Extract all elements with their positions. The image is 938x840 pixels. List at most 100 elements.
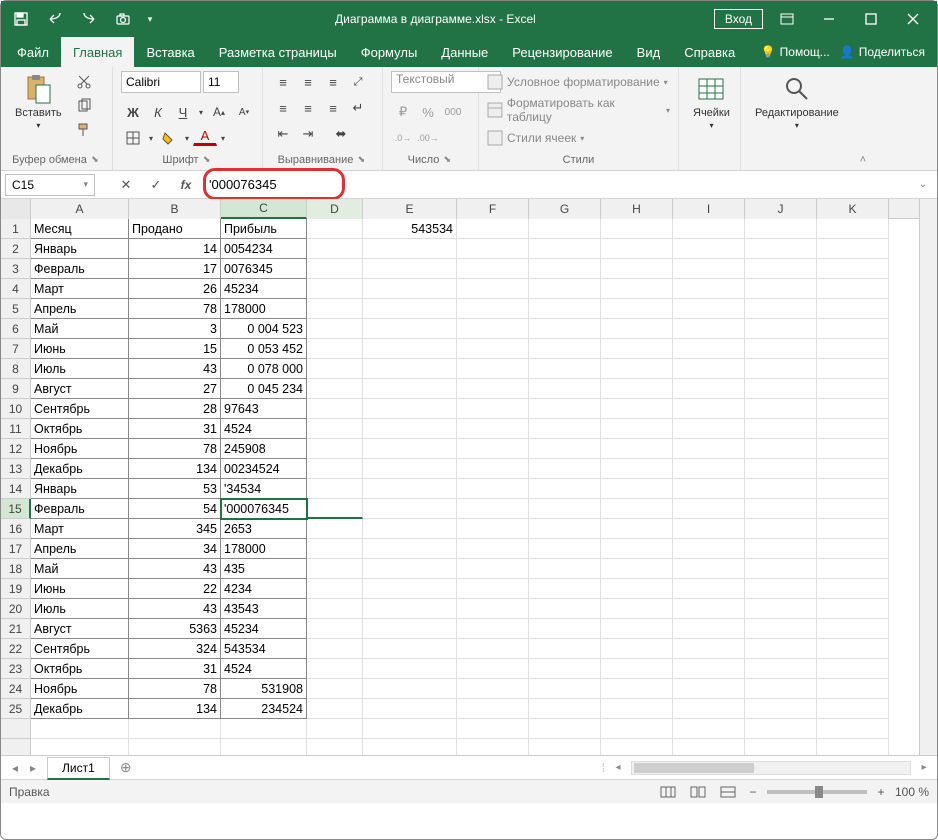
- cell[interactable]: [601, 439, 673, 459]
- cell[interactable]: 78: [129, 299, 221, 319]
- cell[interactable]: 0076345: [221, 259, 307, 279]
- cell[interactable]: [529, 699, 601, 719]
- cell[interactable]: [673, 299, 745, 319]
- cell[interactable]: [673, 439, 745, 459]
- row-header[interactable]: 3: [1, 259, 31, 279]
- cell[interactable]: [745, 539, 817, 559]
- cell[interactable]: 0 004 523: [221, 319, 307, 339]
- borders-icon[interactable]: [121, 127, 145, 149]
- cell[interactable]: [529, 359, 601, 379]
- cell[interactable]: 245908: [221, 439, 307, 459]
- decrease-font-icon[interactable]: A▾: [232, 101, 256, 123]
- cell[interactable]: Июнь: [31, 579, 129, 599]
- tab-help[interactable]: Справка: [672, 37, 747, 67]
- cell[interactable]: [457, 339, 529, 359]
- cell[interactable]: [307, 519, 363, 539]
- page-break-view-icon[interactable]: [717, 783, 739, 801]
- cell[interactable]: Ноябрь: [31, 439, 129, 459]
- cell[interactable]: [601, 459, 673, 479]
- cell[interactable]: [745, 219, 817, 239]
- cell[interactable]: [363, 479, 457, 499]
- ribbon-display-icon[interactable]: [769, 1, 805, 37]
- cell[interactable]: [457, 419, 529, 439]
- cell[interactable]: 0 053 452: [221, 339, 307, 359]
- cell[interactable]: 45234: [221, 619, 307, 639]
- cell[interactable]: Май: [31, 319, 129, 339]
- row-header[interactable]: 17: [1, 539, 31, 559]
- cell[interactable]: [601, 339, 673, 359]
- qat-customize-icon[interactable]: ▾: [143, 5, 157, 33]
- cell[interactable]: 324: [129, 639, 221, 659]
- cell[interactable]: [307, 379, 363, 399]
- tab-view[interactable]: Вид: [625, 37, 673, 67]
- chevron-down-icon[interactable]: ▾: [218, 127, 228, 149]
- cell[interactable]: [817, 319, 889, 339]
- cell[interactable]: [817, 519, 889, 539]
- normal-view-icon[interactable]: [657, 783, 679, 801]
- cell[interactable]: '000076345: [221, 499, 307, 519]
- cell[interactable]: [363, 579, 457, 599]
- conditional-formatting-button[interactable]: Условное форматирование▾: [487, 71, 668, 93]
- dialog-launcher-icon[interactable]: ⬊: [441, 154, 453, 166]
- cell[interactable]: [817, 599, 889, 619]
- dialog-launcher-icon[interactable]: ⬊: [201, 154, 213, 166]
- cell[interactable]: Март: [31, 279, 129, 299]
- cell[interactable]: 28: [129, 399, 221, 419]
- cell[interactable]: [745, 359, 817, 379]
- cell[interactable]: [307, 559, 363, 579]
- cell[interactable]: 0 078 000: [221, 359, 307, 379]
- cell[interactable]: [745, 499, 817, 519]
- cell[interactable]: [307, 299, 363, 319]
- row-header[interactable]: 22: [1, 639, 31, 659]
- font-name-input[interactable]: [121, 71, 201, 93]
- row-header[interactable]: 2: [1, 239, 31, 259]
- cell[interactable]: [307, 639, 363, 659]
- cell[interactable]: 53: [129, 479, 221, 499]
- cell[interactable]: Декабрь: [31, 699, 129, 719]
- cell[interactable]: [529, 519, 601, 539]
- cell[interactable]: 78: [129, 439, 221, 459]
- tab-review[interactable]: Рецензирование: [500, 37, 624, 67]
- signin-button[interactable]: Вход: [714, 9, 763, 29]
- cell[interactable]: [307, 579, 363, 599]
- row-header[interactable]: 11: [1, 419, 31, 439]
- orientation-icon[interactable]: ⤢: [346, 71, 370, 93]
- chevron-down-icon[interactable]: ▾: [196, 101, 206, 123]
- cell[interactable]: [307, 619, 363, 639]
- chevron-down-icon[interactable]: ▾: [182, 127, 192, 149]
- cell[interactable]: [307, 339, 363, 359]
- cell[interactable]: 17: [129, 259, 221, 279]
- cell[interactable]: [529, 639, 601, 659]
- increase-font-icon[interactable]: A▴: [207, 101, 231, 123]
- cell[interactable]: [745, 259, 817, 279]
- row-header[interactable]: 1: [1, 219, 31, 239]
- cell[interactable]: 45234: [221, 279, 307, 299]
- cell[interactable]: [745, 599, 817, 619]
- cell[interactable]: [673, 619, 745, 639]
- cell[interactable]: Январь: [31, 239, 129, 259]
- cell[interactable]: [601, 599, 673, 619]
- row-header[interactable]: 25: [1, 699, 31, 719]
- cell[interactable]: [745, 619, 817, 639]
- cell[interactable]: [817, 419, 889, 439]
- wrap-text-icon[interactable]: ↵: [346, 97, 370, 119]
- cell[interactable]: 43543: [221, 599, 307, 619]
- cell[interactable]: Прибыль: [221, 219, 307, 239]
- cell[interactable]: 3: [129, 319, 221, 339]
- sheet-next-icon[interactable]: ▸: [25, 761, 41, 775]
- cell[interactable]: [673, 359, 745, 379]
- cell[interactable]: 34: [129, 539, 221, 559]
- column-header[interactable]: K: [817, 199, 889, 219]
- cell[interactable]: [673, 339, 745, 359]
- cell[interactable]: [745, 459, 817, 479]
- cell[interactable]: 43: [129, 559, 221, 579]
- row-header[interactable]: 23: [1, 659, 31, 679]
- cell[interactable]: [673, 219, 745, 239]
- cell[interactable]: [745, 419, 817, 439]
- cell[interactable]: [363, 439, 457, 459]
- cell[interactable]: [457, 639, 529, 659]
- cancel-icon[interactable]: ✕: [113, 174, 139, 196]
- cell[interactable]: [363, 539, 457, 559]
- cell[interactable]: [529, 239, 601, 259]
- cell[interactable]: [601, 279, 673, 299]
